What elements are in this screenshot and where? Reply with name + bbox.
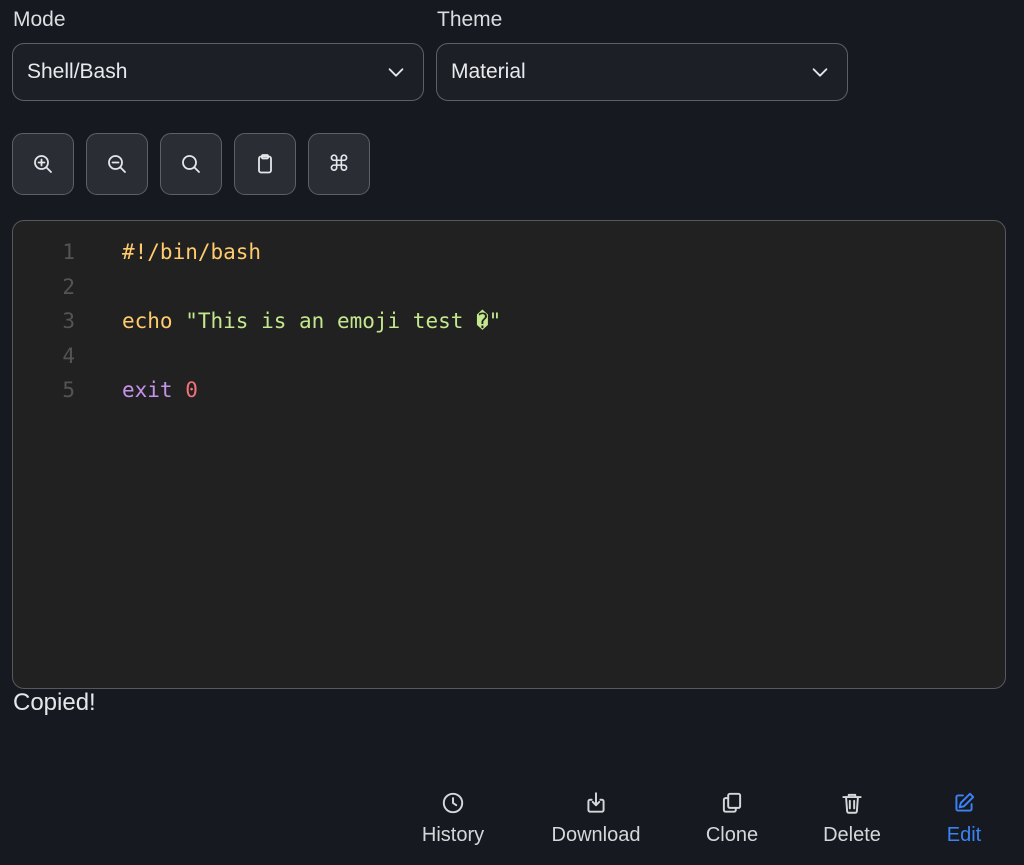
history-icon xyxy=(442,792,464,814)
history-label: History xyxy=(421,824,485,846)
line-number: 2 xyxy=(62,274,75,299)
code-token-number: 0 xyxy=(185,378,198,402)
copy-button[interactable] xyxy=(234,133,296,195)
delete-label: Delete xyxy=(823,824,881,846)
chevron-down-icon xyxy=(388,68,404,77)
line-number: 5 xyxy=(62,378,75,402)
code-editor[interactable]: 1 #!/bin/bash 2 3 echo "This is an emoji tes… xyxy=(12,220,1006,689)
clone-label: Clone xyxy=(705,824,759,846)
zoom-out-icon xyxy=(108,155,126,173)
theme-label: Theme xyxy=(437,8,503,31)
code-token-shebang: #!/bin/bash xyxy=(122,240,262,264)
theme-select-value: Material xyxy=(451,60,526,83)
code-line: 5 exit 0 xyxy=(13,373,1005,407)
mode-select-value: Shell/Bash xyxy=(27,60,128,83)
command-palette-button[interactable]: ⌘ xyxy=(308,133,370,195)
search-button[interactable] xyxy=(160,133,222,195)
zoom-in-icon xyxy=(34,155,52,173)
zoom-out-button[interactable] xyxy=(86,133,148,195)
chevron-down-icon xyxy=(812,68,828,77)
theme-select[interactable]: Material xyxy=(436,43,848,101)
download-button[interactable]: Download xyxy=(549,790,643,847)
line-code: echo "This is an emoji test �" xyxy=(122,304,501,338)
code-line: 2 xyxy=(13,270,1005,304)
line-number: 4 xyxy=(62,343,75,368)
clipboard-icon xyxy=(258,154,272,174)
download-icon xyxy=(587,792,605,813)
edit-button[interactable]: Edit xyxy=(944,790,984,847)
line-number: 1 xyxy=(62,240,75,264)
app-root: Mode Shell/Bash Theme Material ⌘ 1 #!/bin… xyxy=(0,0,1024,865)
line-code: exit 0 xyxy=(122,373,198,407)
code-token-string: "This is an emoji test �" xyxy=(185,309,502,333)
trash-icon xyxy=(842,793,862,814)
code-token-builtin: echo xyxy=(122,309,173,333)
edit-label: Edit xyxy=(946,824,982,846)
search-icon xyxy=(182,155,200,173)
edit-icon xyxy=(955,792,975,812)
line-number: 3 xyxy=(62,309,75,333)
code-line: 1 #!/bin/bash xyxy=(13,235,1005,269)
code-line: 3 echo "This is an emoji test �" xyxy=(13,304,1005,338)
clone-button[interactable]: Clone xyxy=(704,790,760,847)
history-button[interactable]: History xyxy=(419,790,487,847)
zoom-in-button[interactable] xyxy=(12,133,74,195)
mode-select[interactable]: Shell/Bash xyxy=(12,43,424,101)
code-token-keyword: exit xyxy=(122,378,173,402)
copy-icon xyxy=(722,792,742,813)
download-label: Download xyxy=(551,824,641,846)
delete-button[interactable]: Delete xyxy=(820,790,884,847)
line-code: #!/bin/bash xyxy=(122,235,261,269)
mode-label: Mode xyxy=(13,8,66,31)
command-icon: ⌘ xyxy=(328,151,350,177)
status-message: Copied! xyxy=(13,689,96,716)
code-line: 4 xyxy=(13,339,1005,373)
